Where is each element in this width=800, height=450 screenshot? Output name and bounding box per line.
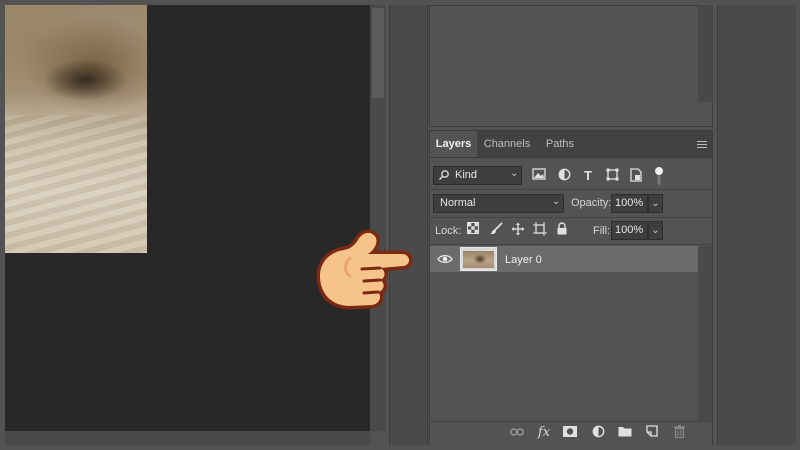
upper-panel bbox=[429, 5, 713, 127]
panel-menu-icon[interactable] bbox=[697, 141, 707, 148]
vertical-scrollbar-thumb[interactable] bbox=[372, 8, 384, 98]
filter-toggle-icon[interactable] bbox=[651, 166, 667, 186]
adjustment-filter-icon[interactable] bbox=[556, 168, 572, 184]
blend-mode-value: Normal bbox=[440, 197, 476, 209]
image-filter-icon[interactable] bbox=[531, 168, 547, 184]
opacity-dropdown-button[interactable]: ⌄ bbox=[648, 194, 663, 213]
add-mask-icon[interactable] bbox=[562, 425, 578, 441]
divider bbox=[430, 244, 712, 245]
lock-all-icon[interactable] bbox=[554, 222, 570, 238]
visibility-eye-icon[interactable] bbox=[437, 253, 453, 265]
image-texture bbox=[5, 115, 147, 253]
link-layers-icon[interactable] bbox=[509, 425, 525, 441]
layer-name[interactable]: Layer 0 bbox=[505, 254, 542, 266]
tab-layers[interactable]: Layers bbox=[430, 131, 477, 157]
fx-icon[interactable]: fx bbox=[536, 425, 552, 441]
lock-label: Lock: bbox=[435, 225, 462, 237]
lock-artboard-icon[interactable] bbox=[532, 222, 548, 238]
lock-image-pixels-icon[interactable] bbox=[488, 222, 504, 238]
tab-paths[interactable]: Paths bbox=[537, 131, 583, 157]
new-layer-icon[interactable] bbox=[644, 425, 660, 441]
horizontal-scrollbar[interactable] bbox=[5, 431, 370, 445]
search-icon bbox=[438, 169, 450, 181]
pointing-hand-icon bbox=[310, 226, 420, 318]
type-filter-icon[interactable]: T bbox=[580, 168, 596, 184]
chevron-down-icon: ⌄ bbox=[552, 196, 561, 207]
smart-object-filter-icon[interactable] bbox=[628, 168, 644, 184]
fill-dropdown-button[interactable]: ⌄ bbox=[648, 221, 663, 240]
chevron-down-icon: ⌄ bbox=[510, 168, 519, 179]
tab-channels[interactable]: Channels bbox=[478, 131, 536, 157]
fill-label: Fill: bbox=[593, 225, 611, 237]
lock-transparent-pixels-icon[interactable] bbox=[465, 222, 481, 238]
delete-layer-icon[interactable] bbox=[671, 425, 687, 441]
lock-position-icon[interactable] bbox=[510, 222, 526, 238]
document-image[interactable] bbox=[5, 5, 147, 253]
opacity-label: Opacity: bbox=[571, 197, 612, 209]
layer-thumbnail bbox=[463, 251, 494, 268]
divider bbox=[430, 189, 712, 190]
filter-kind-label: Kind bbox=[455, 169, 478, 181]
layers-scrollbar[interactable] bbox=[698, 246, 712, 421]
divider bbox=[430, 217, 712, 218]
opacity-value: 100% bbox=[615, 197, 644, 209]
upper-panel-scrollbar[interactable] bbox=[698, 5, 713, 102]
collapsed-panel-column bbox=[389, 5, 428, 445]
shape-filter-icon[interactable] bbox=[604, 168, 620, 184]
fill-value: 100% bbox=[615, 224, 644, 236]
adjustment-layer-icon[interactable] bbox=[590, 425, 606, 441]
right-dock-column bbox=[717, 5, 796, 445]
new-group-icon[interactable] bbox=[617, 425, 633, 441]
